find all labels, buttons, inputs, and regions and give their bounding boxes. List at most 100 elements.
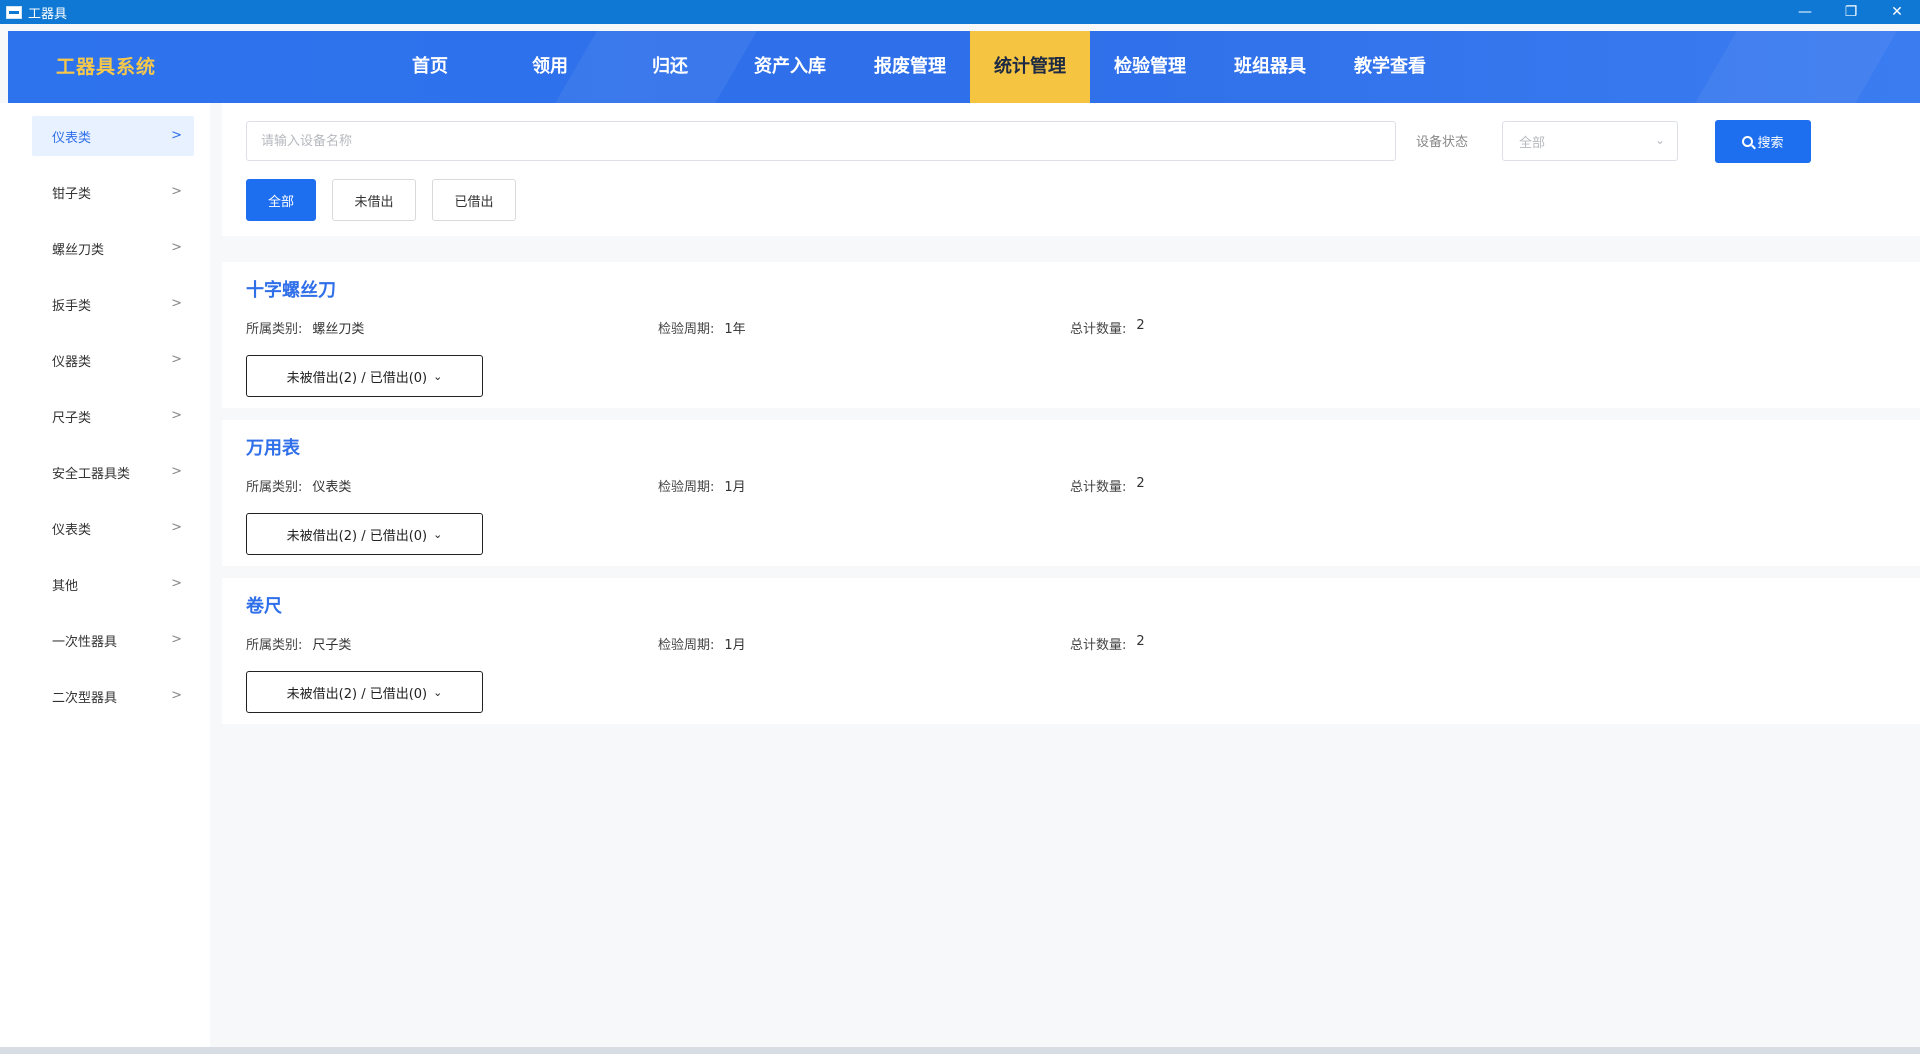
search-button[interactable]: 搜索 [1715,120,1811,163]
search-button-label: 搜索 [1757,136,1784,151]
window-title: 工器具 [28,6,68,22]
inspection-cycle-field: 检验周期: 1月 [658,476,746,495]
window-controls: — ❐ ✕ [1782,0,1920,24]
nav-item-statistics[interactable]: 统计管理 [970,31,1090,103]
inspection-cycle-key: 检验周期: [658,480,715,495]
chevron-right-icon: > [171,408,182,423]
device-status-label: 设备状态 [1416,135,1469,150]
category-value: 尺子类 [312,638,352,653]
chevron-right-icon: > [171,352,182,367]
sidebar-item[interactable]: 扳手类 > [32,284,194,324]
sidebar-item-label: 尺子类 [52,410,92,426]
total-count-field: 总计数量: 2 [1070,318,1145,337]
sidebar-item-label: 仪表类 [52,522,92,538]
total-count-value: 2 [1136,476,1145,491]
inspection-cycle-field: 检验周期: 1月 [658,634,746,653]
chevron-right-icon: > [171,520,182,535]
chevron-down-icon: ⌄ [433,685,443,699]
tool-name[interactable]: 万用表 [246,434,300,460]
top-navbar: 工器具系统 首页 领用 归还 资产入库 报废管理 统计管理 检验管理 班组器具 … [8,31,1920,103]
category-key: 所属类别: [246,480,303,495]
chevron-down-icon: ⌄ [433,369,443,383]
sidebar-item-label: 扳手类 [52,298,92,314]
nav-item-home[interactable]: 首页 [370,31,490,103]
tool-card: 万用表 所属类别: 仪表类 检验周期: 1月 总计数量: 2 未被借出(2) / 已借… [222,420,1920,566]
device-status-select[interactable]: 全部 ⌄ [1502,121,1678,161]
sidebar-item-label: 安全工器具类 [52,466,131,482]
total-count-key: 总计数量: [1070,480,1127,495]
sidebar-item-label: 钳子类 [52,186,92,202]
sidebar-item[interactable]: 仪表类 > [32,116,194,156]
category-field: 所属类别: 尺子类 [246,634,351,653]
chevron-right-icon: > [171,296,182,311]
nav-item-asset-inbound[interactable]: 资产入库 [730,31,850,103]
sidebar-item[interactable]: 尺子类 > [32,396,194,436]
nav-item-team-tools[interactable]: 班组器具 [1210,31,1330,103]
nav-menu: 首页 领用 归还 资产入库 报废管理 统计管理 检验管理 班组器具 教学查看 [370,31,1450,103]
total-count-value: 2 [1136,318,1145,333]
borrow-status-dropdown[interactable]: 未被借出(2) / 已借出(0) ⌄ [246,513,483,555]
filter-all-button[interactable]: 全部 [246,179,316,221]
category-sidebar: 仪表类 > 钳子类 > 螺丝刀类 > 扳手类 > 仪器类 > 尺子类 > 安全工器具类 > 仪… [0,103,210,1047]
borrow-status-text: 未被借出(2) / 已借出(0) [286,686,428,702]
nav-item-return[interactable]: 归还 [610,31,730,103]
category-value: 仪表类 [312,480,352,495]
inspection-cycle-key: 检验周期: [658,322,715,337]
sidebar-item[interactable]: 一次性器具 > [32,620,194,660]
category-field: 所属类别: 螺丝刀类 [246,318,364,337]
total-count-value: 2 [1136,634,1145,649]
tool-card: 卷尺 所属类别: 尺子类 检验周期: 1月 总计数量: 2 未被借出(2) / 已借出… [222,578,1920,724]
chevron-right-icon: > [171,688,182,703]
borrow-status-text: 未被借出(2) / 已借出(0) [286,528,428,544]
filter-panel: 设备状态 全部 ⌄ 搜索 全部 未借出 已借出 [222,103,1920,236]
sidebar-item[interactable]: 安全工器具类 > [32,452,194,492]
device-name-search-input[interactable] [246,121,1396,161]
nav-item-scrap-management[interactable]: 报废管理 [850,31,970,103]
brand-title: 工器具系统 [56,56,157,78]
tool-card: 十字螺丝刀 所属类别: 螺丝刀类 检验周期: 1年 总计数量: 2 未被借出(2) /… [222,262,1920,408]
inspection-cycle-value: 1年 [724,322,746,337]
nav-item-borrow[interactable]: 领用 [490,31,610,103]
minimize-icon[interactable]: — [1782,0,1828,24]
sidebar-item[interactable]: 钳子类 > [32,172,194,212]
category-key: 所属类别: [246,322,303,337]
total-count-key: 总计数量: [1070,638,1127,653]
os-taskbar [0,1047,1920,1054]
navbar-decoration [1656,31,1920,103]
sidebar-item[interactable]: 二次型器具 > [32,676,194,716]
borrow-status-dropdown[interactable]: 未被借出(2) / 已借出(0) ⌄ [246,671,483,713]
sidebar-item-label: 仪器类 [52,354,92,370]
total-count-key: 总计数量: [1070,322,1127,337]
restore-icon[interactable]: ❐ [1828,0,1874,24]
inspection-cycle-value: 1月 [724,480,746,495]
inspection-cycle-field: 检验周期: 1年 [658,318,746,337]
inspection-cycle-value: 1月 [724,638,746,653]
sidebar-item-label: 螺丝刀类 [52,242,105,258]
chevron-right-icon: > [171,464,182,479]
tool-name[interactable]: 卷尺 [246,592,282,618]
close-icon[interactable]: ✕ [1874,0,1920,24]
nav-item-inspection[interactable]: 检验管理 [1090,31,1210,103]
app-icon [6,5,22,19]
chevron-right-icon: > [171,184,182,199]
sidebar-item-label: 仪表类 [52,130,92,146]
sidebar-item-label: 一次性器具 [52,634,118,650]
sidebar-item[interactable]: 螺丝刀类 > [32,228,194,268]
tool-name[interactable]: 十字螺丝刀 [246,276,336,302]
chevron-down-icon: ⌄ [1654,133,1665,147]
filter-borrowed-button[interactable]: 已借出 [432,179,516,221]
borrow-status-dropdown[interactable]: 未被借出(2) / 已借出(0) ⌄ [246,355,483,397]
sidebar-item[interactable]: 其他 > [32,564,194,604]
chevron-down-icon: ⌄ [433,527,443,541]
sidebar-item[interactable]: 仪器类 > [32,340,194,380]
borrow-status-text: 未被借出(2) / 已借出(0) [286,370,428,386]
nav-item-teaching[interactable]: 教学查看 [1330,31,1450,103]
chevron-right-icon: > [171,240,182,255]
category-field: 所属类别: 仪表类 [246,476,351,495]
sidebar-item[interactable]: 仪表类 > [32,508,194,548]
filter-not-borrowed-button[interactable]: 未借出 [332,179,416,221]
search-icon [1742,136,1754,147]
device-status-value: 全部 [1519,135,1546,151]
inspection-cycle-key: 检验周期: [658,638,715,653]
chevron-right-icon: > [171,632,182,647]
